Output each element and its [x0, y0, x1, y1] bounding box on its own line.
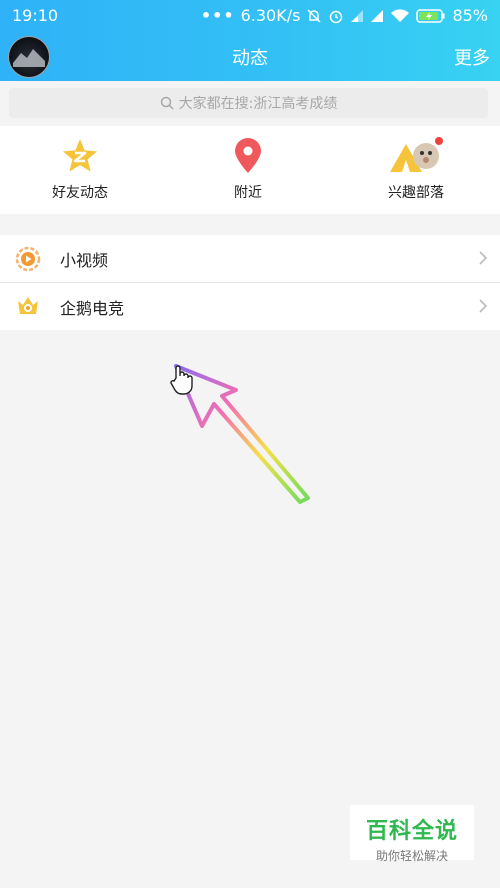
chevron-right-icon	[479, 251, 488, 265]
quick-item-nearby[interactable]: 附近	[188, 136, 308, 202]
navbar: 动态 更多	[0, 32, 500, 81]
video-play-icon	[15, 246, 41, 271]
wifi-icon	[391, 8, 410, 22]
quick-item-interest-tribe[interactable]: 兴趣部落	[356, 136, 476, 202]
search-icon	[160, 96, 174, 110]
signal-icon	[351, 9, 364, 22]
watermark-subtitle: 助你轻松解决	[375, 849, 448, 863]
quick-item-label: 好友动态	[52, 185, 108, 201]
list-item-label: 小视频	[60, 250, 109, 270]
quick-actions: 好友动态 附近 兴趣部落	[0, 126, 500, 214]
watermark: 百科全说 助你轻松解决	[350, 805, 474, 863]
badge-dot	[435, 137, 443, 145]
status-bar: 19:10 ••• 6.30K/s 85%	[0, 0, 500, 32]
watermark-title: 百科全说	[365, 819, 458, 844]
quick-item-label: 附近	[234, 185, 262, 201]
feature-list: 小视频 企鹅电竞	[0, 235, 500, 330]
list-item-short-video[interactable]: 小视频	[0, 235, 500, 282]
status-time: 19:10	[12, 6, 59, 25]
location-pin-icon	[235, 138, 261, 173]
more-dots-icon: •••	[200, 6, 235, 25]
tent-icon	[390, 137, 443, 172]
status-icons: ••• 6.30K/s 85%	[201, 6, 488, 25]
network-speed: 6.30K/s	[240, 6, 301, 25]
alarm-icon	[330, 10, 343, 23]
list-item-esports[interactable]: 企鹅电竞	[0, 282, 500, 330]
pointer-arrow-annotation	[170, 364, 310, 504]
quick-item-label: 兴趣部落	[388, 185, 444, 201]
battery-charging-icon	[416, 8, 445, 23]
chevron-right-icon	[479, 299, 488, 313]
quick-item-friends-feed[interactable]: 好友动态	[20, 136, 140, 202]
more-button[interactable]: 更多	[454, 44, 490, 70]
esports-crown-icon	[18, 296, 38, 314]
search-placeholder: 大家都在搜:浙江高考成绩	[178, 96, 338, 112]
signal-icon	[371, 9, 384, 22]
star-icon	[63, 139, 97, 172]
list-item-label: 企鹅电竞	[60, 298, 125, 318]
search-input[interactable]: 大家都在搜:浙江高考成绩	[9, 88, 488, 118]
mute-icon	[307, 8, 321, 23]
battery-percent: 85%	[452, 6, 488, 25]
page-title: 动态	[232, 48, 268, 69]
app-header: 19:10 ••• 6.30K/s 85% 动态 更多	[0, 0, 500, 81]
